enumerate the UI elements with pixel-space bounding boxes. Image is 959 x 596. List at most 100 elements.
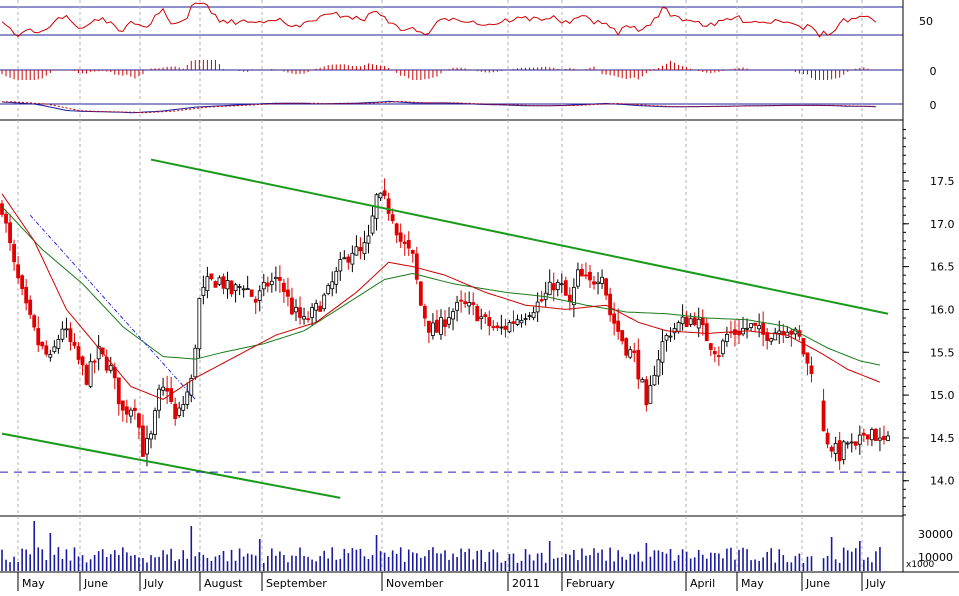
price-candle [157, 388, 161, 411]
price-candle [233, 284, 238, 292]
price-candle [201, 286, 206, 296]
price-candle [273, 276, 278, 280]
price-candle [439, 317, 443, 335]
price-candle [596, 281, 600, 285]
price-candle [745, 327, 749, 330]
support-trend-line [1, 432, 341, 499]
price-tick-label: 15.0 [930, 389, 955, 402]
stock-chart: 50 0 0 14.0 14.5 15.0 15.5 16.0 16.5 17.0 17.5 … [0, 0, 959, 591]
price-candle [378, 192, 383, 199]
macd-line [1, 100, 876, 114]
price-candle [684, 316, 689, 327]
price-candle [632, 350, 637, 353]
price-candle [789, 330, 794, 335]
price-candle [326, 285, 331, 295]
price-candle [92, 360, 97, 363]
price-candle [217, 277, 222, 285]
chart-svg: 50 0 0 14.014.515.015.516.016.517.017.5 … [0, 0, 959, 591]
price-candle [555, 282, 560, 290]
price-candle [511, 321, 516, 324]
price-candle [16, 264, 21, 279]
price-candle [165, 388, 170, 392]
price-candle [765, 332, 770, 341]
price-candle [76, 346, 81, 360]
price-candle [600, 276, 604, 284]
price-candle [451, 311, 455, 320]
price-candle [120, 400, 125, 411]
price-candle [471, 302, 476, 305]
month-label: August [204, 577, 243, 590]
price-candle [8, 222, 12, 244]
price-candle [44, 345, 49, 355]
price-candle [467, 301, 472, 307]
price-candle [277, 277, 282, 281]
price-candle [322, 294, 327, 310]
price-candle [132, 407, 137, 411]
price-candle [282, 282, 286, 293]
price-candle [290, 297, 294, 315]
rsi-tick-label: 50 [919, 15, 933, 28]
price-candle [640, 379, 645, 383]
price-candle [580, 268, 584, 277]
price-candle [225, 280, 230, 290]
price-candle [197, 298, 202, 350]
macd-tick-label: 0 [930, 99, 937, 112]
price-candle [483, 314, 488, 318]
price-tick-label: 14.0 [930, 475, 955, 488]
price-candle [519, 320, 524, 324]
price-candle [882, 435, 886, 440]
price-tick-label: 17.0 [930, 218, 955, 231]
price-candle [487, 317, 492, 327]
price-candle [52, 346, 57, 353]
price-candle [4, 213, 8, 224]
price-candle [161, 386, 165, 391]
month-label: September [266, 577, 327, 590]
price-candle [350, 252, 355, 265]
price-candle [648, 385, 653, 404]
price-candle [495, 325, 500, 329]
price-candle [394, 223, 399, 236]
price-candle [716, 355, 721, 357]
price-candle [849, 441, 854, 444]
price-candle [213, 281, 218, 288]
price-candle [306, 318, 310, 321]
price-candle [874, 428, 878, 442]
price-candle [414, 253, 419, 280]
price-candle [660, 341, 665, 363]
volume-tick-label-high: 30000 [918, 528, 953, 541]
price-panel [0, 158, 903, 499]
price-axis-ticks: 14.0 14.5 15.0 15.5 16.0 16.5 17.0 17.5 [903, 129, 955, 516]
price-candle [72, 341, 77, 346]
price-candle [680, 316, 685, 325]
price-candle [447, 317, 451, 325]
price-candle [628, 349, 633, 358]
price-candle [692, 317, 697, 326]
price-candle [108, 365, 113, 371]
price-candle [624, 338, 629, 356]
price-candle [358, 247, 363, 252]
price-candle [833, 443, 838, 454]
price-candle [700, 317, 705, 326]
price-candle [40, 341, 45, 347]
price-candle [402, 241, 407, 244]
price-candle [720, 340, 725, 355]
price-candle [567, 294, 572, 302]
price-candle [265, 282, 270, 287]
price-candle [475, 306, 480, 322]
price-candle [636, 349, 641, 380]
price-candle [753, 322, 757, 326]
price-candle [221, 276, 226, 289]
price-candle [354, 246, 359, 256]
price-candle [334, 270, 339, 285]
price-candle [853, 441, 858, 446]
price-candle [861, 432, 866, 436]
price-candle [459, 299, 464, 302]
price-candle [652, 374, 657, 386]
price-candle [406, 239, 411, 249]
price-candle [32, 315, 37, 328]
macd-hist-tick-label: 0 [930, 65, 937, 78]
price-candle [229, 280, 234, 295]
price-candle [435, 319, 439, 333]
price-candle [551, 283, 556, 291]
price-candle [382, 190, 387, 196]
